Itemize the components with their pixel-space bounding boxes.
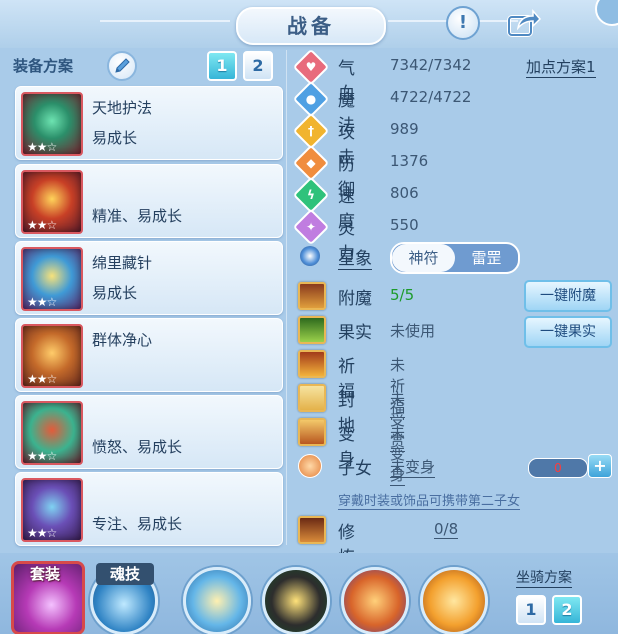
skill-desc: 易成长 bbox=[92, 129, 138, 147]
enchant-value: 5/5 bbox=[390, 286, 415, 304]
skill-card-6[interactable]: ★★☆ 专注、易成长 bbox=[15, 472, 283, 546]
enchant-label: 附魔 bbox=[338, 289, 372, 309]
skill-icon-heaven-guard: ★★☆ bbox=[21, 92, 83, 156]
soul-skill-slot-3[interactable] bbox=[341, 567, 409, 634]
equipment-plan-tab-1[interactable]: 1 bbox=[207, 51, 237, 81]
skill-card-3[interactable]: ★★☆ 绵里藏针 易成长 bbox=[15, 241, 283, 315]
title-ornament-left bbox=[100, 20, 230, 22]
skill-stars: ★★☆ bbox=[27, 140, 57, 154]
star-sign-icon bbox=[300, 246, 320, 266]
fruit-value: 未使用 bbox=[390, 322, 436, 340]
children-row: 子女 未变身 0 + bbox=[298, 452, 618, 480]
spirit-icon: ✦ bbox=[292, 208, 330, 246]
mana-icon: ● bbox=[292, 80, 330, 118]
fruit-label: 果实 bbox=[338, 323, 372, 343]
skill-name: 天地护法 bbox=[92, 99, 153, 117]
close-button[interactable] bbox=[595, 0, 618, 26]
skill-name: 绵里藏针 bbox=[92, 254, 153, 272]
children-icon bbox=[298, 454, 322, 478]
add-point-plan-link[interactable]: 加点方案1 bbox=[526, 56, 596, 78]
sword-icon: † bbox=[292, 112, 330, 150]
skill-stars: ★★☆ bbox=[27, 372, 57, 386]
skill-desc: 精准、易成长 bbox=[92, 207, 183, 225]
suit-label: 套装 bbox=[29, 565, 60, 583]
shield-icon: ◆ bbox=[292, 144, 330, 182]
equipment-plan-title: 装备方案 bbox=[13, 57, 74, 75]
attributes-panel: 加点方案1 ♥ 气血 7342/7342 ● 魔法 4722/4722 † 攻击… bbox=[290, 48, 612, 618]
battle-prep-window: 战备 ! 装备方案 1 2 ★★☆ 天地护法 易成长 ★★☆ 精准、易成长 ★★… bbox=[0, 0, 618, 634]
share-icon bbox=[507, 9, 542, 37]
skill-icon-rage: ★★☆ bbox=[21, 401, 83, 465]
lightning-icon: ϟ bbox=[292, 176, 330, 214]
star-sign-toggle[interactable]: 神符 雷罡 bbox=[390, 242, 520, 274]
blessing-icon bbox=[298, 350, 326, 378]
soul-skill-slot-4[interactable] bbox=[420, 567, 488, 634]
mount-plan-tab-1[interactable]: 1 bbox=[516, 595, 546, 625]
skill-name: 群体净心 bbox=[92, 331, 153, 349]
help-icon: ! bbox=[458, 12, 468, 33]
panel-divider bbox=[286, 50, 287, 545]
equipment-plan-panel: 装备方案 1 2 ★★☆ 天地护法 易成长 ★★☆ 精准、易成长 ★★☆ 绵里藏… bbox=[7, 48, 283, 548]
children-label: 子女 bbox=[338, 459, 372, 479]
equipment-plan-tab-2[interactable]: 2 bbox=[243, 51, 273, 81]
stat-value: 1376 bbox=[390, 152, 429, 170]
skill-card-1[interactable]: ★★☆ 天地护法 易成长 bbox=[15, 86, 283, 160]
stat-value: 989 bbox=[390, 120, 419, 138]
star-sign-option-thunder[interactable]: 雷罡 bbox=[455, 244, 518, 272]
skill-desc: 愤怒、易成长 bbox=[92, 438, 183, 456]
fief-icon bbox=[298, 384, 326, 412]
children-count: 0 bbox=[528, 458, 588, 478]
add-child-button[interactable]: + bbox=[588, 454, 612, 478]
skill-desc: 易成长 bbox=[92, 284, 138, 302]
help-button[interactable]: ! bbox=[446, 6, 480, 40]
share-button[interactable] bbox=[506, 8, 542, 38]
heart-icon: ♥ bbox=[292, 48, 330, 86]
soul-skill-slot-1[interactable] bbox=[183, 567, 251, 634]
stat-value: 806 bbox=[390, 184, 419, 202]
pen-icon bbox=[115, 58, 130, 73]
one-click-enchant-button[interactable]: 一键附魔 bbox=[524, 280, 612, 312]
skill-desc: 专注、易成长 bbox=[92, 515, 183, 533]
skill-icon-needle: ★★☆ bbox=[21, 247, 83, 311]
transform-icon bbox=[298, 418, 326, 446]
stat-value: 4722/4722 bbox=[390, 88, 472, 106]
bottom-bar: 套装 魂技 坐骑方案 1 2 bbox=[0, 553, 618, 634]
one-click-fruit-button[interactable]: 一键果实 bbox=[524, 316, 612, 348]
skill-stars: ★★☆ bbox=[27, 449, 57, 463]
children-value[interactable]: 未变身 bbox=[390, 456, 436, 478]
fruit-icon bbox=[298, 316, 326, 344]
fruit-row: 果实 未使用 一键果实 bbox=[298, 316, 618, 348]
edit-plan-button[interactable] bbox=[107, 51, 137, 81]
skill-stars: ★★☆ bbox=[27, 218, 57, 232]
awaken-icon bbox=[298, 516, 326, 544]
skill-icon-focus: ★★☆ bbox=[21, 478, 83, 542]
awaken-value[interactable]: 0/8 bbox=[434, 520, 459, 539]
soul-skill-slot-2[interactable] bbox=[262, 567, 330, 634]
skill-card-2[interactable]: ★★☆ 精准、易成长 bbox=[15, 164, 283, 238]
skill-stars: ★★☆ bbox=[27, 295, 57, 309]
star-sign-label[interactable]: 星象 bbox=[338, 244, 372, 270]
skill-stars: ★★☆ bbox=[27, 526, 57, 540]
soul-skill-label: 魂技 bbox=[96, 563, 154, 585]
skill-card-4[interactable]: ★★☆ 群体净心 bbox=[15, 318, 283, 392]
enchant-row: 附魔 5/5 一键附魔 bbox=[298, 280, 618, 312]
skill-icon-precision: ★★☆ bbox=[21, 170, 83, 234]
mount-plan-link[interactable]: 坐骑方案 bbox=[516, 567, 572, 588]
enchant-icon bbox=[298, 282, 326, 310]
skill-card-5[interactable]: ★★☆ 愤怒、易成长 bbox=[15, 395, 283, 469]
star-sign-option-talisman[interactable]: 神符 bbox=[392, 244, 455, 272]
second-child-note[interactable]: 穿戴时装或饰品可携带第二子女 bbox=[338, 490, 521, 510]
star-sign-row: 星象 神符 雷罡 bbox=[298, 242, 608, 274]
stat-value: 550 bbox=[390, 216, 419, 234]
window-title: 战备 bbox=[236, 7, 386, 45]
stat-value: 7342/7342 bbox=[390, 56, 472, 74]
skill-icon-purify: ★★☆ bbox=[21, 324, 83, 388]
mount-plan-tab-2[interactable]: 2 bbox=[552, 595, 582, 625]
